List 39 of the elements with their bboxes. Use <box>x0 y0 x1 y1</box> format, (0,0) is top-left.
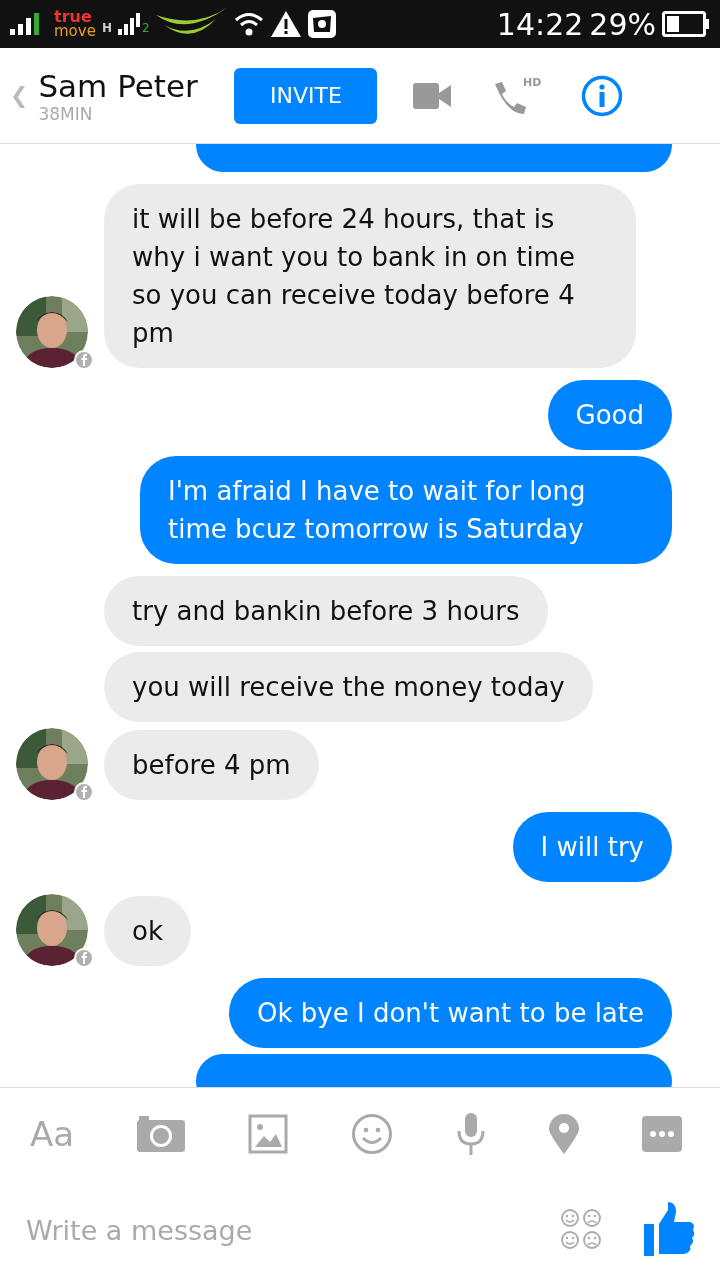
message-input[interactable]: Write a message <box>24 1213 520 1247</box>
message-bubble: Ok bye I don't want to be late <box>229 978 672 1048</box>
message-bubble: before 4 pm <box>104 730 319 800</box>
hd-label: HD <box>523 75 542 89</box>
battery-icon <box>662 11 710 37</box>
app-notification-icon <box>307 10 336 38</box>
network-type: H <box>101 21 112 35</box>
message-bubble: it will be before 24 hours, that is why i want you to bank in on time so you can receive today before 4 pm <box>104 184 636 368</box>
font-toggle[interactable]: Aa <box>30 1114 75 1154</box>
microphone-icon[interactable] <box>456 1113 487 1155</box>
message-bubble: ok <box>104 896 191 966</box>
carrier-name: move <box>54 24 96 38</box>
clock-time: 14:22 <box>496 6 584 42</box>
sim-number: 2 <box>141 21 150 35</box>
back-button[interactable]: ❮ <box>10 83 29 108</box>
badge-icon <box>74 948 94 968</box>
badge-icon <box>74 350 94 370</box>
camera-icon[interactable] <box>137 1116 186 1152</box>
battery-percent: 29% <box>589 6 656 42</box>
video-call-icon[interactable] <box>413 82 452 109</box>
message-bubble: I will try <box>512 812 672 882</box>
carrier-name: true <box>54 10 93 24</box>
emoji-icon[interactable] <box>351 1113 394 1155</box>
stickers-icon[interactable] <box>560 1208 604 1252</box>
last-active-time: 38MIN <box>38 103 94 124</box>
invite-button[interactable]: INVITE <box>234 67 378 124</box>
warning-icon <box>269 10 302 38</box>
more-icon[interactable] <box>642 1116 682 1152</box>
image-icon[interactable] <box>248 1114 289 1154</box>
like-button[interactable] <box>644 1202 696 1258</box>
location-pin-icon[interactable] <box>549 1114 579 1154</box>
badge-icon <box>74 782 94 802</box>
message-bubble: you will receive the money today <box>104 652 593 722</box>
message-bubble: Good <box>547 380 672 450</box>
wifi-icon <box>233 11 264 37</box>
info-icon[interactable] <box>581 74 624 117</box>
message-bubble: I'm afraid I have to wait for long time bcuz tomorrow is Saturday <box>140 456 672 564</box>
message-bubble: try and bankin before 3 hours <box>104 576 548 646</box>
contact-name: Sam Peter <box>38 67 199 104</box>
